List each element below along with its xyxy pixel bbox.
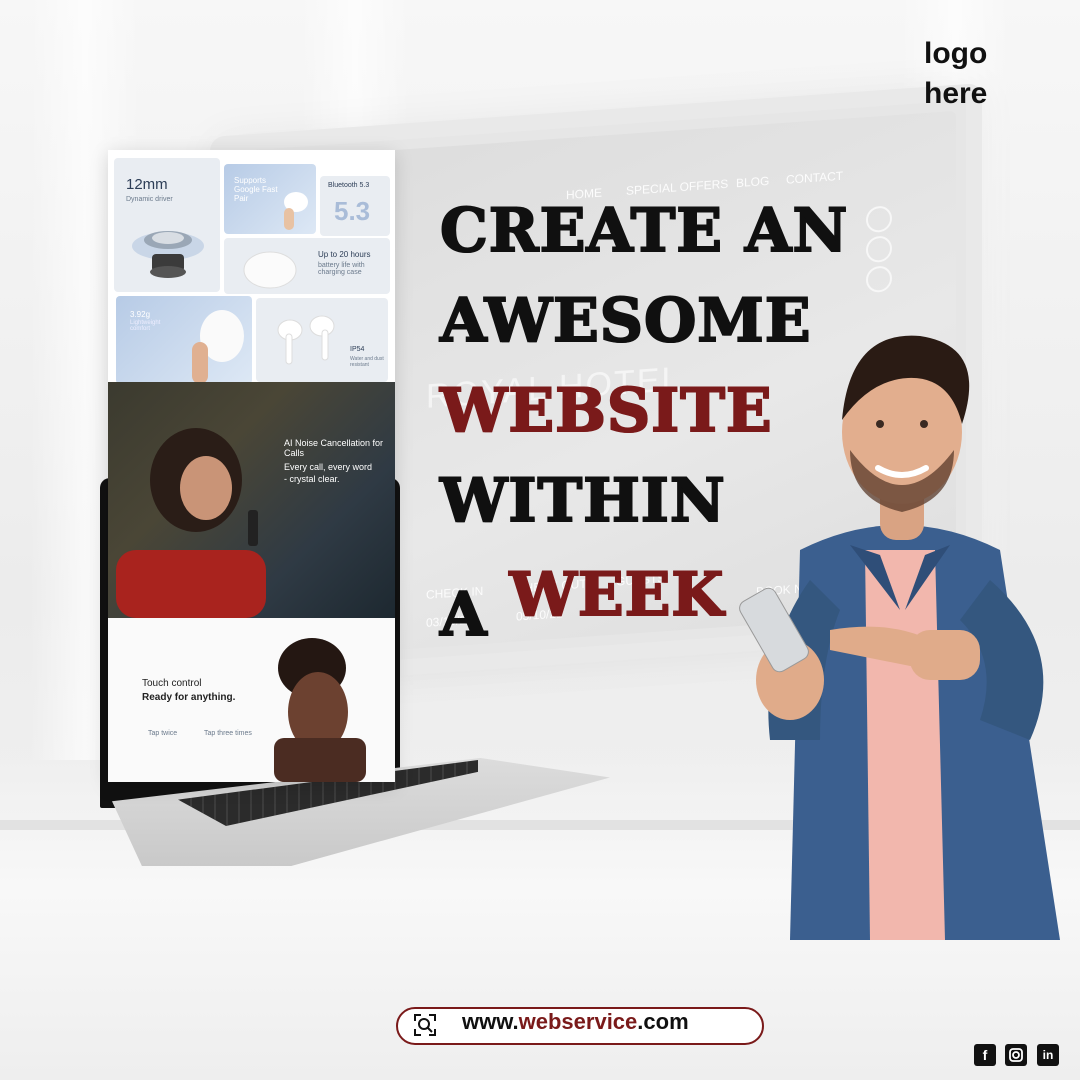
bg-nav-contact: CONTACT: [786, 168, 844, 187]
facebook-icon[interactable]: f: [974, 1044, 996, 1066]
hero2-item2: Tap three times: [204, 730, 252, 737]
headline-line-4: WITHIN: [439, 465, 726, 537]
hero1-line2: Every call, every word: [284, 462, 373, 472]
tile-driver-title: 12mm: [126, 176, 168, 193]
bg-youtube-icon: [866, 265, 892, 294]
hero1-title: AI Noise Cancellation for Calls: [284, 438, 384, 458]
tile-bluetooth-title: Bluetooth 5.3: [328, 182, 370, 189]
search-icon: [414, 1014, 436, 1036]
tile-fastpair-title: Supports Google Fast Pair: [234, 176, 278, 203]
hero1-line3: - crystal clear.: [284, 474, 340, 484]
feature-tile-battery: Up to 20 hours battery life with chargin…: [224, 238, 390, 294]
tile-ip54-title: IP54: [350, 346, 365, 353]
website-preview: 12mm Dynamic driver Supports Google Fast…: [108, 150, 395, 782]
hand-with-earbud-image: [284, 192, 308, 230]
url-suffix: .com: [637, 1009, 689, 1034]
feature-tile-fastpair: Supports Google Fast Pair: [224, 164, 316, 234]
tile-ip54-sub: Water and dust resistant: [350, 356, 384, 368]
feature-tile-weight: 3.92g Lightweight comfort: [116, 296, 252, 384]
bg-nav-offers: SPECIAL OFFERS: [626, 176, 729, 198]
hero-touch-control: Touch control Ready for anything. Tap tw…: [108, 618, 395, 782]
tile-bluetooth-big: 5.3: [334, 196, 371, 226]
earbuds-image: [277, 315, 335, 365]
driver-image: [132, 231, 204, 278]
hero-noise-cancellation: AI Noise Cancellation for Calls Every ca…: [108, 382, 395, 618]
headline-line-5: A WEEK: [439, 559, 724, 651]
headline-line-3: WEBSITE: [439, 375, 773, 447]
hero2-line2: Ready for anything.: [142, 692, 236, 703]
logo-placeholder: logo here: [924, 34, 1054, 114]
charging-case-image: [243, 251, 297, 289]
headline-line-1: CREATE AN: [439, 195, 849, 267]
url-prefix: www.: [462, 1009, 519, 1034]
tile-driver-sub: Dynamic driver: [126, 196, 173, 203]
tile-weight-title: 3.92g: [130, 310, 151, 319]
tile-battery-sub: battery life with charging case: [318, 262, 365, 276]
website-url[interactable]: www.webservice.com: [462, 1009, 689, 1035]
hand-holding-case-image: [192, 310, 244, 384]
woman-touching-earbud-image: [274, 638, 366, 782]
smiling-man-pointing-image: [739, 335, 1060, 940]
headline-line-5-a: A: [439, 579, 510, 651]
bg-twitter-icon: [866, 235, 892, 264]
feature-tile-bluetooth: Bluetooth 5.3 5.3: [320, 176, 390, 236]
bg-facebook-icon: [866, 205, 892, 234]
tile-battery-title: Up to 20 hours: [318, 250, 371, 259]
feature-tile-ip54: IP54 Water and dust resistant: [256, 298, 388, 382]
bg-nav-blog: BLOG: [736, 173, 770, 191]
feature-tile-driver: 12mm Dynamic driver: [114, 158, 220, 292]
hero2-item1: Tap twice: [148, 730, 178, 737]
hero2-title: Touch control: [142, 678, 202, 689]
instagram-icon[interactable]: [1005, 1044, 1027, 1066]
instagram-glyph: [1009, 1048, 1023, 1062]
logo-line-1: logo: [924, 37, 988, 70]
tile-weight-sub: Lightweight comfort: [130, 320, 161, 332]
logo-line-2: here: [924, 77, 988, 110]
woman-with-phone-image: [116, 428, 266, 618]
headline-line-5-b: WEEK: [508, 559, 725, 631]
url-domain: webservice: [518, 1009, 638, 1034]
linkedin-icon[interactable]: in: [1037, 1044, 1059, 1066]
